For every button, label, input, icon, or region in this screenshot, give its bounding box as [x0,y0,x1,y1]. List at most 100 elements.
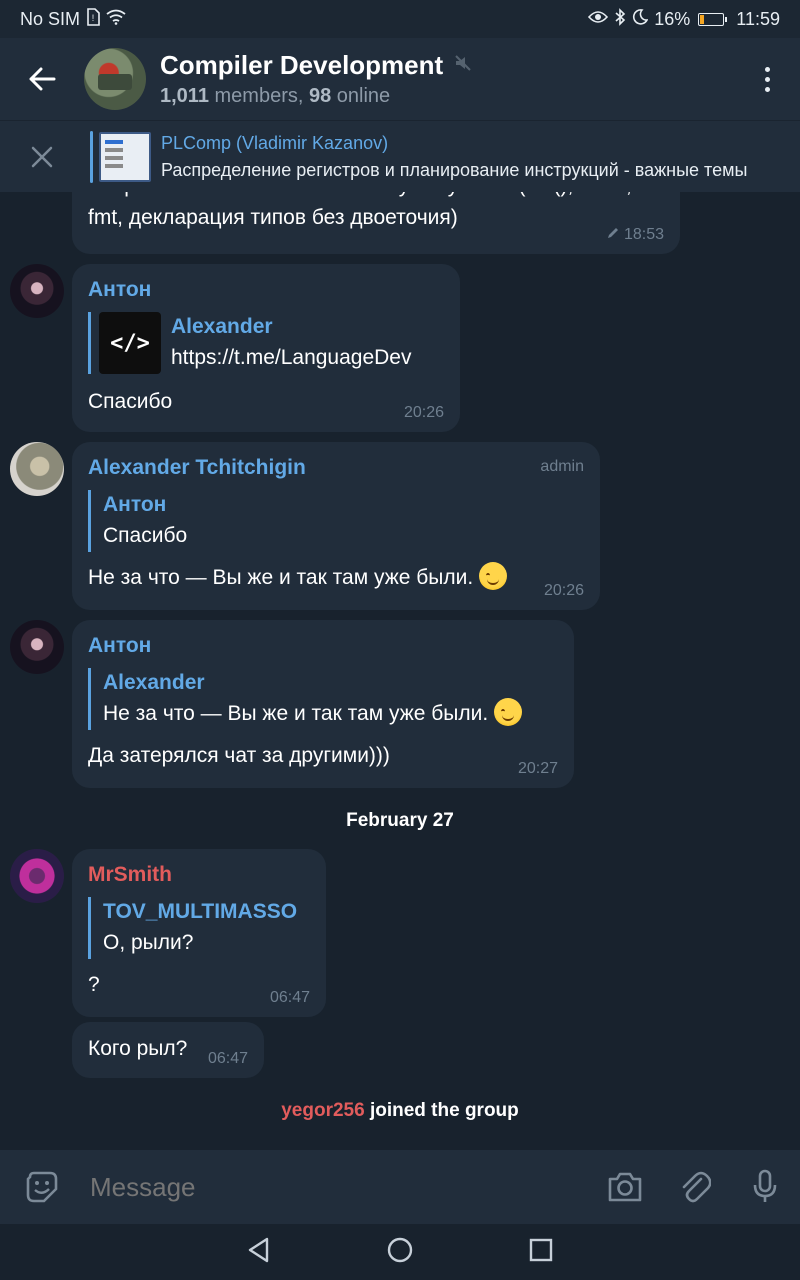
message-time: 18:53 [606,226,664,244]
nav-home-button[interactable] [386,1236,414,1269]
pinned-texts: PLComp (Vladimir Kazanov) Распределение … [161,133,781,181]
muted-icon [453,53,473,78]
members-suffix: members, [208,85,309,107]
telegram-chat-screen: No SIM ! 16% 11:59 Compiler Development … [0,0,800,1280]
message-text: fmt, декларация типов без двоеточия) [88,206,458,229]
carrier-label: No SIM [20,8,81,29]
reply-preview[interactable]: </> Alexander https://t.me/LanguageDev [88,312,444,374]
message-text: Скорее на смесь Rust и C++ и чуть-чуть G… [88,192,664,202]
reply-name: Alexander [171,315,273,338]
smile-emoji-icon [494,698,523,726]
wifi-icon [106,9,126,30]
reply-name: Alexander [103,671,205,694]
system-nav-bar [0,1224,800,1280]
mic-icon [753,1169,777,1202]
no-sim-icon: ! [86,7,100,31]
message-bubble[interactable]: MrSmith TOV_MULTIMASSO О, рыли? ? 06:47 [72,849,326,1017]
header-info[interactable]: Compiler Development 1,011 members, 98 o… [160,50,734,108]
pinned-message[interactable]: PLComp (Vladimir Kazanov) Распределение … [0,120,800,192]
reply-preview[interactable]: Alexander Не за что — Вы же и так там уж… [88,668,558,730]
message-bubble[interactable]: Антон </> Alexander https://t.me/Languag… [72,264,460,432]
date-separator: February 27 [346,810,454,831]
reply-thumbnail: </> [99,312,161,374]
message-bubble[interactable]: Alexander Tchitchigin admin Антон Спасиб… [72,442,600,610]
online-suffix: online [331,85,391,107]
avatar[interactable] [10,264,64,318]
pinned-title: PLComp (Vladimir Kazanov) [161,132,389,153]
nav-back-icon [248,1237,269,1262]
reply-text: Спасибо [103,524,188,547]
chat-header: Compiler Development 1,011 members, 98 o… [0,38,800,120]
message-time: 20:26 [543,582,584,599]
chat-title: Compiler Development [160,50,444,80]
message-time: 06:47 [269,989,310,1006]
status-bar: No SIM ! 16% 11:59 [0,0,800,38]
nav-recent-button[interactable] [529,1238,553,1267]
menu-button[interactable] [734,38,800,120]
battery-percent: 16% [654,8,691,29]
back-arrow-icon [29,67,56,91]
eye-icon [588,10,609,29]
pinned-close-button[interactable] [0,121,84,193]
group-avatar[interactable] [84,48,146,110]
menu-icon [764,66,770,92]
chat-title-row: Compiler Development [160,50,734,81]
battery-level [700,14,705,24]
reply-preview[interactable]: TOV_MULTIMASSO О, рыли? [88,897,310,959]
chat-subtitle: 1,011 members, 98 online [160,85,734,108]
avatar[interactable] [10,620,64,674]
message-time: 20:27 [517,760,558,777]
camera-icon [608,1172,642,1202]
avatar[interactable] [10,849,64,903]
nav-home-icon [387,1237,413,1262]
message-bubble[interactable]: Скорее на смесь Rust и C++ и чуть-чуть G… [72,192,680,254]
message-list[interactable]: Скорее на смесь Rust и C++ и чуть-чуть G… [0,192,800,1150]
voice-button[interactable] [730,1150,800,1224]
message-text: Не за что — Вы же и так там уже были. [88,562,584,594]
sender-name[interactable]: Антон [88,634,558,658]
service-action: joined the group [364,1100,519,1121]
reply-name: TOV_MULTIMASSO [103,900,298,923]
message-bubble[interactable]: Кого рыл? 06:47 [72,1022,264,1078]
attach-icon [682,1171,711,1203]
reply-text-content: Не за что — Вы же и так там уже были. [103,702,489,725]
message-input[interactable] [90,1171,590,1203]
attach-button[interactable] [660,1150,730,1224]
sender-name[interactable]: Alexander Tchitchigin [88,456,584,480]
reply-text: О, рыли? [103,931,194,954]
reply-text: Не за что — Вы же и так там уже были. [103,698,558,730]
svg-text:!: ! [92,13,95,23]
moon-icon [632,8,649,30]
reply-preview[interactable]: Антон Спасибо [88,490,584,552]
members-count: 1,011 [160,85,209,107]
message-time: 06:47 [207,1050,248,1067]
bluetooth-icon [614,7,626,31]
avatar[interactable] [10,442,64,496]
service-username[interactable]: yegor256 [281,1100,364,1121]
nav-recent-icon [529,1238,553,1261]
sender-name[interactable]: Антон [88,278,444,302]
nav-back-button[interactable] [247,1237,271,1268]
sticker-button[interactable] [0,1150,84,1224]
clock: 11:59 [736,8,780,29]
online-count: 98 [308,85,332,107]
reply-name: Антон [103,493,167,516]
back-button[interactable] [0,38,84,120]
message-text: Спасибо [88,390,173,413]
camera-button[interactable] [590,1150,660,1224]
message-input-bar [0,1150,800,1224]
sticker-icon [26,1171,58,1203]
message-bubble[interactable]: Антон Alexander Не за что — Вы же и так … [72,620,574,788]
sender-name[interactable]: MrSmith [88,863,310,887]
edit-icon [607,228,618,238]
status-right: 16% 11:59 [588,7,780,31]
admin-badge: admin [540,458,584,475]
pinned-thumbnail [99,131,151,182]
close-icon [31,146,53,167]
service-message: yegor256 joined the group [0,1100,800,1122]
smile-emoji-icon [479,562,508,590]
message-time: 20:26 [403,404,444,421]
message-text: Да затерялся чат за другими))) [88,744,390,767]
pinned-bar [90,130,93,183]
pinned-text: Распределение регистров и планирование и… [161,159,748,180]
